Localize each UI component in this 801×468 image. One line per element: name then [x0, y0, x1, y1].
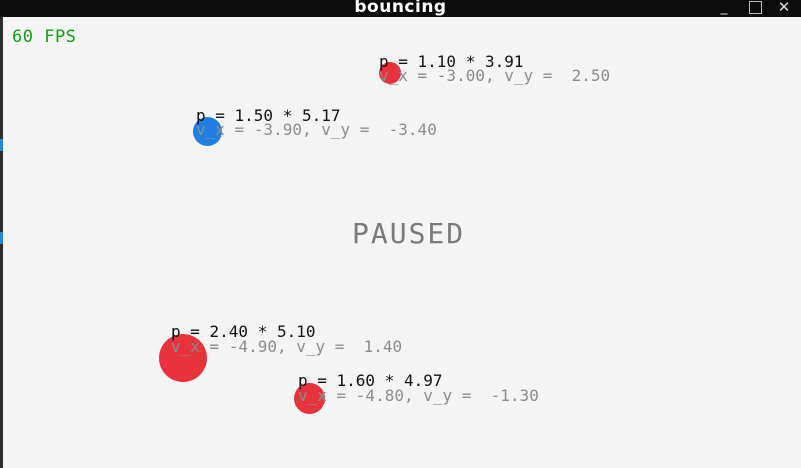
ball-velocity-label: v_x = -4.90, v_y = 1.40 — [171, 337, 403, 356]
ball-velocity-label: v_x = -3.00, v_y = 2.50 — [379, 66, 611, 85]
paused-indicator: PAUSED — [352, 217, 466, 250]
minimize-icon[interactable]: _ — [715, 0, 733, 17]
edge-marker — [0, 139, 3, 151]
ball-velocity-label: v_x = -3.90, v_y = -3.40 — [196, 120, 437, 139]
window-title: bouncing — [354, 0, 447, 17]
fps-counter: 60 FPS — [12, 27, 77, 47]
ball-velocity-label: v_x = -4.80, v_y = -1.30 — [298, 386, 539, 405]
simulation-canvas[interactable]: 60 FPS p = 1.10 * 3.91 v_x = -3.00, v_y … — [0, 17, 801, 468]
window-titlebar[interactable]: bouncing _ ✕ — [0, 0, 801, 17]
edge-marker — [0, 232, 3, 244]
left-window-edge — [0, 17, 3, 468]
maximize-icon[interactable] — [746, 0, 764, 17]
close-icon[interactable]: ✕ — [775, 0, 793, 17]
